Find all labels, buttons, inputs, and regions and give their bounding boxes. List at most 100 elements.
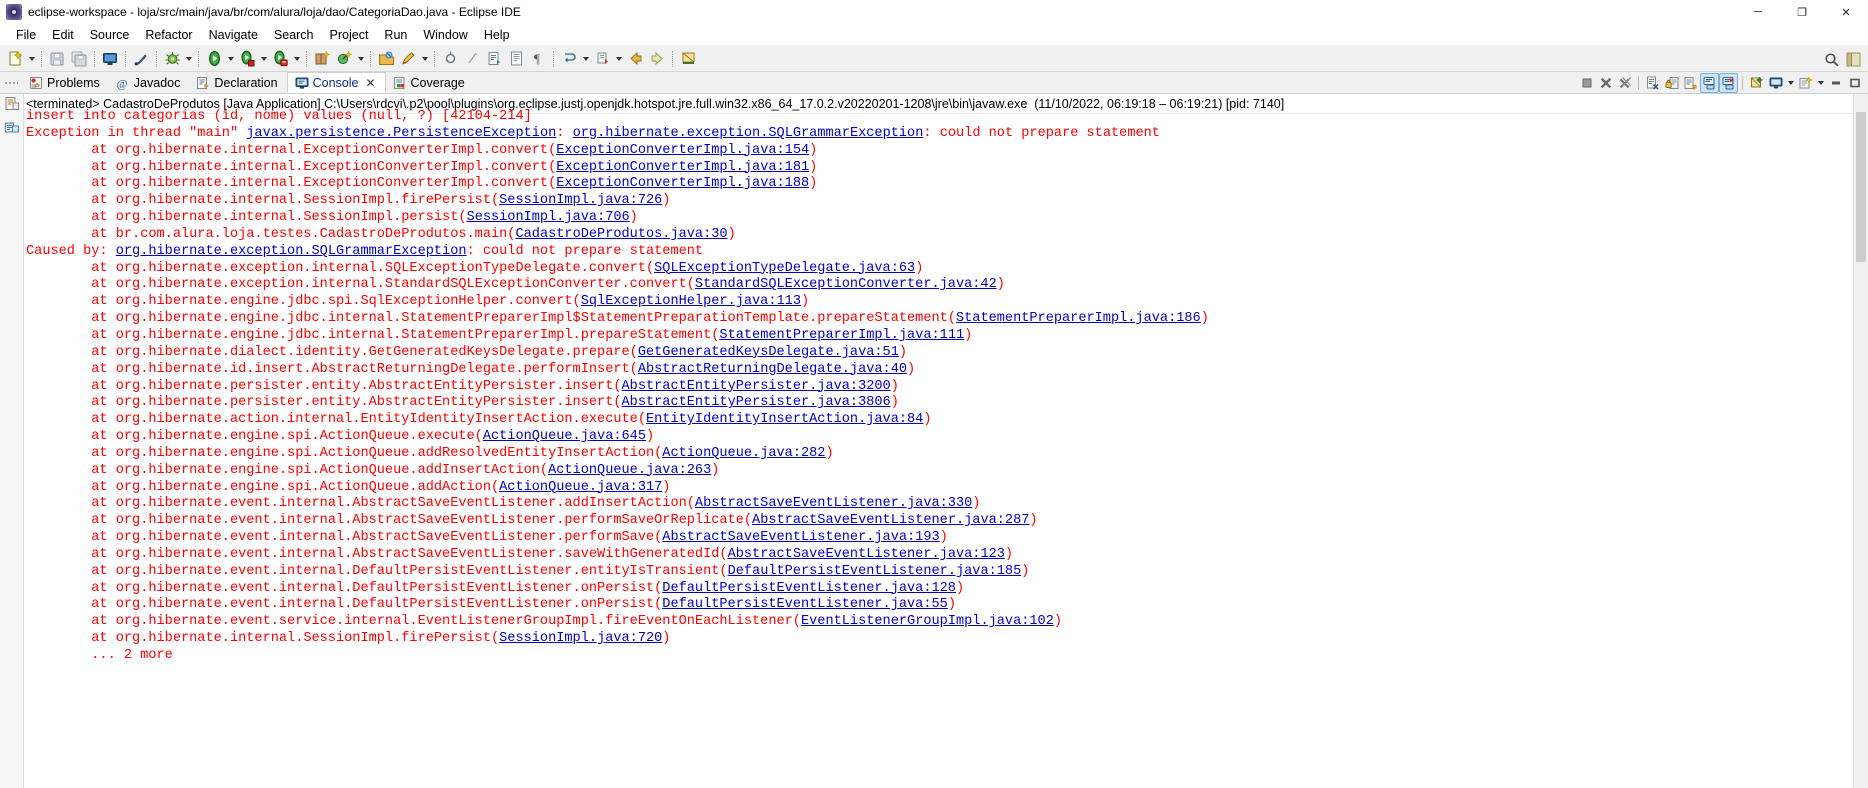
external-tools-dropdown-arrow[interactable]	[355, 49, 366, 69]
tab-console[interactable]: Console ✕	[286, 72, 386, 93]
tab-console-close-icon[interactable]: ✕	[365, 77, 375, 89]
console-hyperlink[interactable]: AbstractSaveEventListener.java:123	[728, 547, 1005, 562]
word-wrap-icon[interactable]	[1681, 73, 1700, 93]
console-vertical-scrollbar[interactable]	[1853, 94, 1868, 788]
clear-console-icon[interactable]	[1643, 73, 1662, 93]
console-hyperlink[interactable]: SqlExceptionHelper.java:113	[581, 294, 801, 309]
open-task-icon[interactable]	[376, 49, 396, 69]
last-edit-location-icon[interactable]	[506, 49, 526, 69]
console-scrollbar-thumb[interactable]	[1856, 112, 1866, 262]
console-hyperlink[interactable]: DefaultPersistEventListener.java:55	[662, 597, 948, 612]
display-selected-console-icon[interactable]	[1766, 73, 1785, 93]
console-hyperlink[interactable]: ExceptionConverterImpl.java:181	[556, 160, 809, 175]
quick-access-search-icon[interactable]	[1821, 49, 1841, 69]
menu-window[interactable]: Window	[415, 26, 475, 44]
pin-console-icon[interactable]	[1747, 73, 1766, 93]
console-hyperlink[interactable]: AbstractEntityPersister.java:3806	[622, 395, 891, 410]
coverage-icon[interactable]	[270, 49, 290, 69]
perspective-java-icon[interactable]	[1843, 49, 1863, 69]
console-hyperlink[interactable]: CadastroDeProdutos.java:30	[515, 227, 727, 242]
console-hyperlink[interactable]: GetGeneratedKeysDelegate.java:51	[638, 345, 899, 360]
console-hyperlink[interactable]: org.hibernate.exception.SQLGrammarExcept…	[116, 244, 467, 259]
console-hyperlink[interactable]: ActionQueue.java:263	[548, 463, 711, 478]
run-icon[interactable]	[204, 49, 224, 69]
console-hyperlink[interactable]: AbstractReturningDelegate.java:40	[638, 362, 907, 377]
console-hyperlink[interactable]: ExceptionConverterImpl.java:188	[556, 176, 809, 191]
run-dropdown-arrow[interactable]	[225, 49, 236, 69]
save-all-icon[interactable]	[69, 49, 89, 69]
forward-dropdown-arrow[interactable]	[613, 49, 624, 69]
tab-declaration[interactable]: Declaration	[189, 72, 286, 93]
new-java-package-icon[interactable]	[312, 49, 332, 69]
console-hyperlink[interactable]: ActionQueue.java:645	[483, 429, 646, 444]
console-hyperlink[interactable]: ActionQueue.java:317	[499, 480, 662, 495]
console-hyperlink[interactable]: SessionImpl.java:720	[499, 631, 662, 646]
console-hyperlink[interactable]: SessionImpl.java:726	[499, 193, 662, 208]
console-hyperlink[interactable]: javax.persistence.PersistenceException	[246, 126, 556, 141]
previous-annotation-icon[interactable]	[484, 49, 504, 69]
view-menu-handle[interactable]	[0, 72, 22, 93]
menu-search[interactable]: Search	[266, 26, 322, 44]
remove-all-terminated-icon[interactable]	[1615, 73, 1634, 93]
forward-nav-icon[interactable]	[647, 49, 667, 69]
maximize-button[interactable]: ❐	[1780, 0, 1824, 24]
forward-icon[interactable]	[592, 49, 612, 69]
menu-run[interactable]: Run	[376, 26, 415, 44]
new-wizard-icon[interactable]	[5, 49, 25, 69]
console-hyperlink[interactable]: AbstractEntityPersister.java:3200	[622, 379, 891, 394]
menu-file[interactable]: File	[8, 26, 44, 44]
toggle-breakpoint-icon[interactable]	[440, 49, 460, 69]
run-last-dropdown-arrow[interactable]	[258, 49, 269, 69]
back-dropdown-arrow[interactable]	[580, 49, 591, 69]
console-hyperlink[interactable]: org.hibernate.exception.SQLGrammarExcept…	[573, 126, 924, 141]
menu-edit[interactable]: Edit	[44, 26, 82, 44]
save-icon[interactable]	[47, 49, 67, 69]
new-wizard-dropdown-arrow[interactable]	[26, 49, 37, 69]
console-hyperlink[interactable]: AbstractSaveEventListener.java:193	[662, 530, 939, 545]
tab-javadoc[interactable]: @ Javadoc	[109, 72, 190, 93]
menu-source[interactable]: Source	[82, 26, 138, 44]
console-hyperlink[interactable]: ExceptionConverterImpl.java:154	[556, 143, 809, 158]
console-hyperlink[interactable]: AbstractSaveEventListener.java:287	[752, 513, 1029, 528]
console-hyperlink[interactable]: StatementPreparerImpl.java:111	[719, 328, 964, 343]
console-hyperlink[interactable]: StandardSQLExceptionConverter.java:42	[695, 277, 997, 292]
toggle-mark-occurrences-icon[interactable]	[131, 49, 151, 69]
tab-coverage[interactable]: Coverage	[386, 72, 474, 93]
console-hyperlink[interactable]: EntityIdentityInsertAction.java:84	[646, 412, 923, 427]
pilcrow-icon[interactable]: ¶	[528, 49, 548, 69]
minimize-icon[interactable]	[1826, 73, 1845, 93]
next-annotation-icon[interactable]	[462, 49, 482, 69]
menu-refactor[interactable]: Refactor	[137, 26, 200, 44]
open-console-menu-icon[interactable]	[1796, 73, 1815, 93]
back-nav-icon[interactable]	[625, 49, 645, 69]
console-hyperlink[interactable]: SQLExceptionTypeDelegate.java:63	[654, 261, 915, 276]
debug-dropdown-arrow[interactable]	[183, 49, 194, 69]
console-output-area[interactable]: <terminated> CadastroDeProdutos [Java Ap…	[24, 94, 1868, 788]
console-hyperlink[interactable]: DefaultPersistEventListener.java:128	[662, 581, 956, 596]
maximize-icon[interactable]	[1845, 73, 1864, 93]
run-last-tool-icon[interactable]	[237, 49, 257, 69]
search-dropdown-arrow[interactable]	[419, 49, 430, 69]
back-icon[interactable]	[559, 49, 579, 69]
console-hyperlink[interactable]: SessionImpl.java:706	[467, 210, 630, 225]
console-hyperlink[interactable]: EventListenerGroupImpl.java:102	[801, 614, 1054, 629]
minimize-button[interactable]: ─	[1736, 0, 1780, 24]
console-hyperlink[interactable]: DefaultPersistEventListener.java:185	[728, 564, 1022, 579]
menu-project[interactable]: Project	[322, 26, 377, 44]
console-hyperlink[interactable]: ActionQueue.java:282	[662, 446, 825, 461]
open-console-icon[interactable]	[100, 49, 120, 69]
search-icon[interactable]	[398, 49, 418, 69]
close-button[interactable]: ✕	[1824, 0, 1868, 24]
coverage-dropdown-arrow[interactable]	[291, 49, 302, 69]
console-hyperlink[interactable]: AbstractSaveEventListener.java:330	[695, 496, 972, 511]
tab-problems[interactable]: Problems	[22, 72, 109, 93]
pin-editor-icon[interactable]	[678, 49, 698, 69]
console-stack-trace[interactable]: insert into categorias (id, nome) values…	[24, 109, 1868, 665]
console-menu-dropdown-arrow[interactable]	[1815, 73, 1826, 93]
scroll-lock-icon[interactable]	[1662, 73, 1681, 93]
console-hyperlink[interactable]: StatementPreparerImpl.java:186	[956, 311, 1201, 326]
remove-launch-icon[interactable]	[1596, 73, 1615, 93]
menu-help[interactable]: Help	[476, 26, 518, 44]
show-console-on-error-icon[interactable]	[1719, 72, 1738, 93]
display-selected-console-dropdown-arrow[interactable]	[1785, 73, 1796, 93]
